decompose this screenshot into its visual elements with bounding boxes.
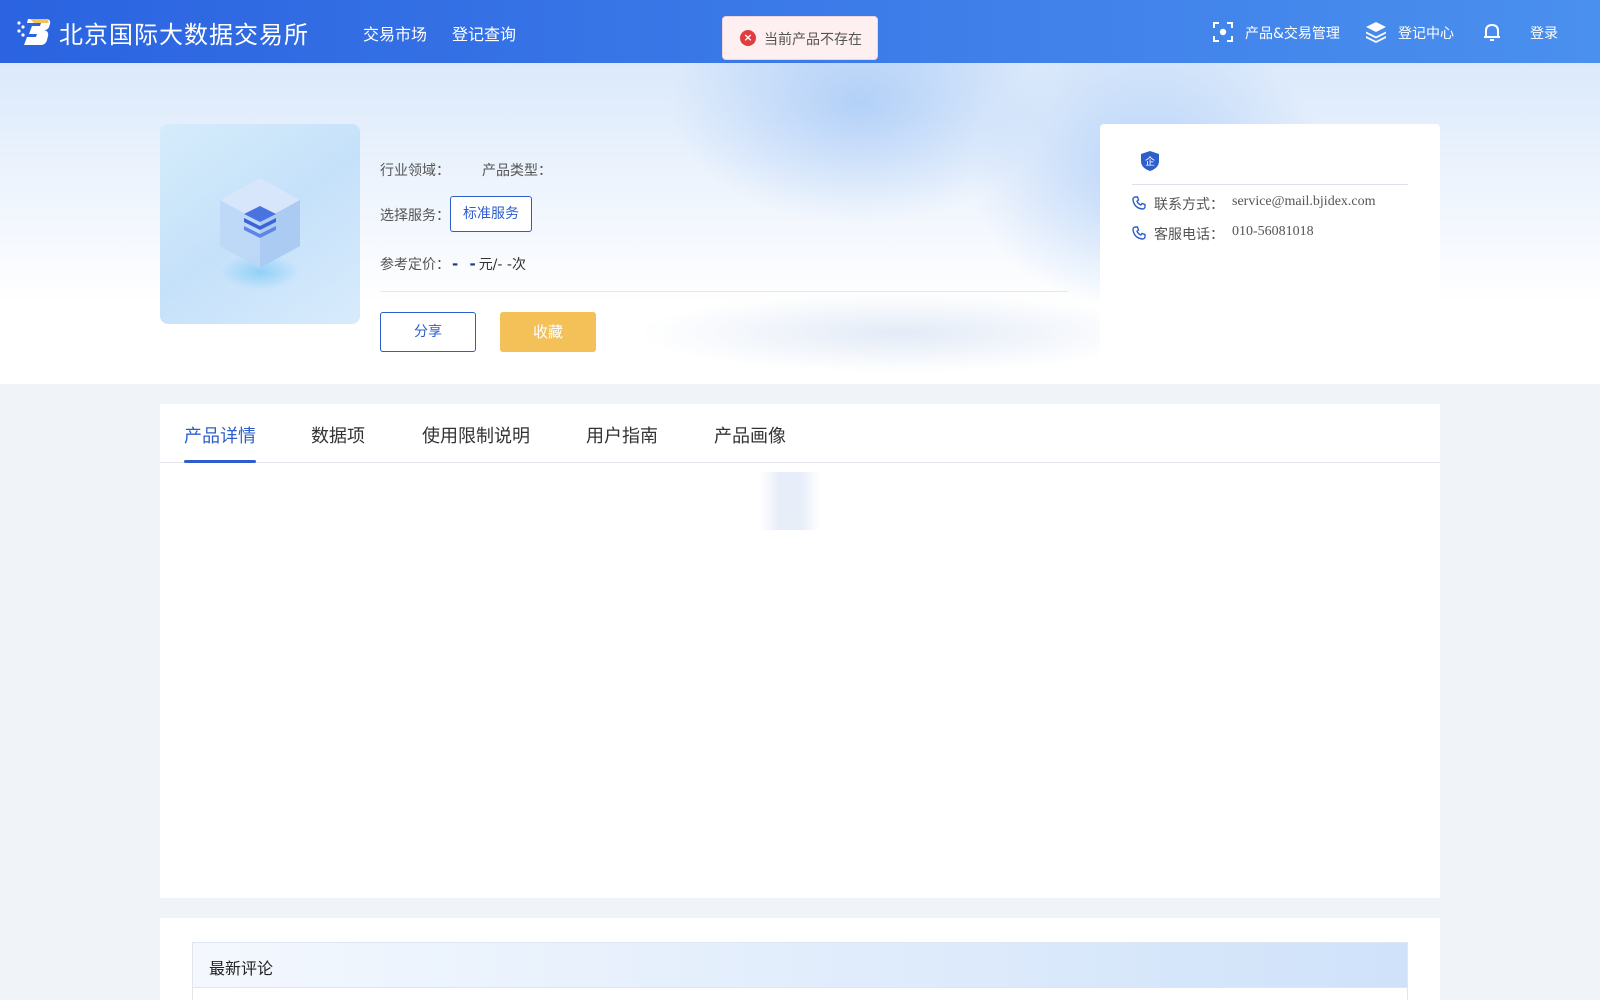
nav-trading-market[interactable]: 交易市场 <box>363 21 427 45</box>
active-tab-indicator <box>184 460 256 463</box>
enterprise-badge-text: 企 <box>1145 155 1155 168</box>
favorite-button[interactable]: 收藏 <box>500 312 596 352</box>
tab-bar: 产品详情 数据项 使用限制说明 用户指南 产品画像 <box>160 404 1440 463</box>
nav-registration-query[interactable]: 登记查询 <box>452 21 516 45</box>
info-divider <box>380 291 1068 292</box>
comments-title: 最新评论 <box>209 959 274 978</box>
tab-product-profile[interactable]: 产品画像 <box>714 422 786 448</box>
product-type-label: 产品类型： <box>482 163 552 179</box>
phone-label: 客服电话： <box>1154 227 1224 243</box>
logo-icon[interactable] <box>16 15 52 47</box>
price-label: 参考定价： <box>380 257 450 273</box>
industry-label: 行业领域： <box>380 163 450 179</box>
bell-icon[interactable] <box>1480 20 1504 44</box>
comments-body <box>192 988 1408 1000</box>
price-value: - -元/- -次 <box>452 254 526 274</box>
card-divider <box>1132 184 1408 185</box>
phone-icon <box>1132 226 1146 240</box>
toast-message: 当前产品不存在 <box>764 32 862 48</box>
tab-user-guide[interactable]: 用户指南 <box>586 422 658 448</box>
phone-icon <box>1132 196 1146 210</box>
contact-email[interactable]: service@mail.bjidex.com <box>1232 194 1376 210</box>
layers-icon[interactable] <box>1364 20 1388 44</box>
error-icon: × <box>740 30 756 46</box>
tab-data-items[interactable]: 数据项 <box>311 422 365 448</box>
login-link[interactable]: 登录 <box>1530 23 1558 43</box>
loading-placeholder <box>760 472 820 530</box>
contact-label: 联系方式： <box>1154 197 1224 213</box>
enterprise-shield-icon: 企 <box>1141 151 1159 171</box>
tab-usage-restrictions[interactable]: 使用限制说明 <box>422 422 530 448</box>
service-label: 选择服务： <box>380 208 450 224</box>
register-center-link[interactable]: 登记中心 <box>1398 23 1454 43</box>
data-cube-icon <box>220 178 300 268</box>
site-title[interactable]: 北京国际大数据交易所 <box>59 15 309 50</box>
comments-panel: 最新评论 <box>160 918 1440 1000</box>
standard-service-option[interactable]: 标准服务 <box>450 196 532 232</box>
phone-number: 010-56081018 <box>1232 224 1314 239</box>
share-button[interactable]: 分享 <box>380 312 476 352</box>
comments-header: 最新评论 <box>192 942 1408 988</box>
tab-product-details[interactable]: 产品详情 <box>184 422 256 448</box>
scan-icon[interactable] <box>1211 20 1235 44</box>
product-thumbnail <box>160 124 360 324</box>
price-unit: 元/- -次 <box>478 257 526 273</box>
error-toast: × 当前产品不存在 <box>722 16 878 60</box>
provider-card: 企 <box>1100 124 1440 384</box>
price-amount: - - <box>452 255 479 273</box>
product-trade-management-link[interactable]: 产品&交易管理 <box>1245 23 1340 43</box>
product-tabs-panel: 产品详情 数据项 使用限制说明 用户指南 产品画像 <box>160 404 1440 898</box>
